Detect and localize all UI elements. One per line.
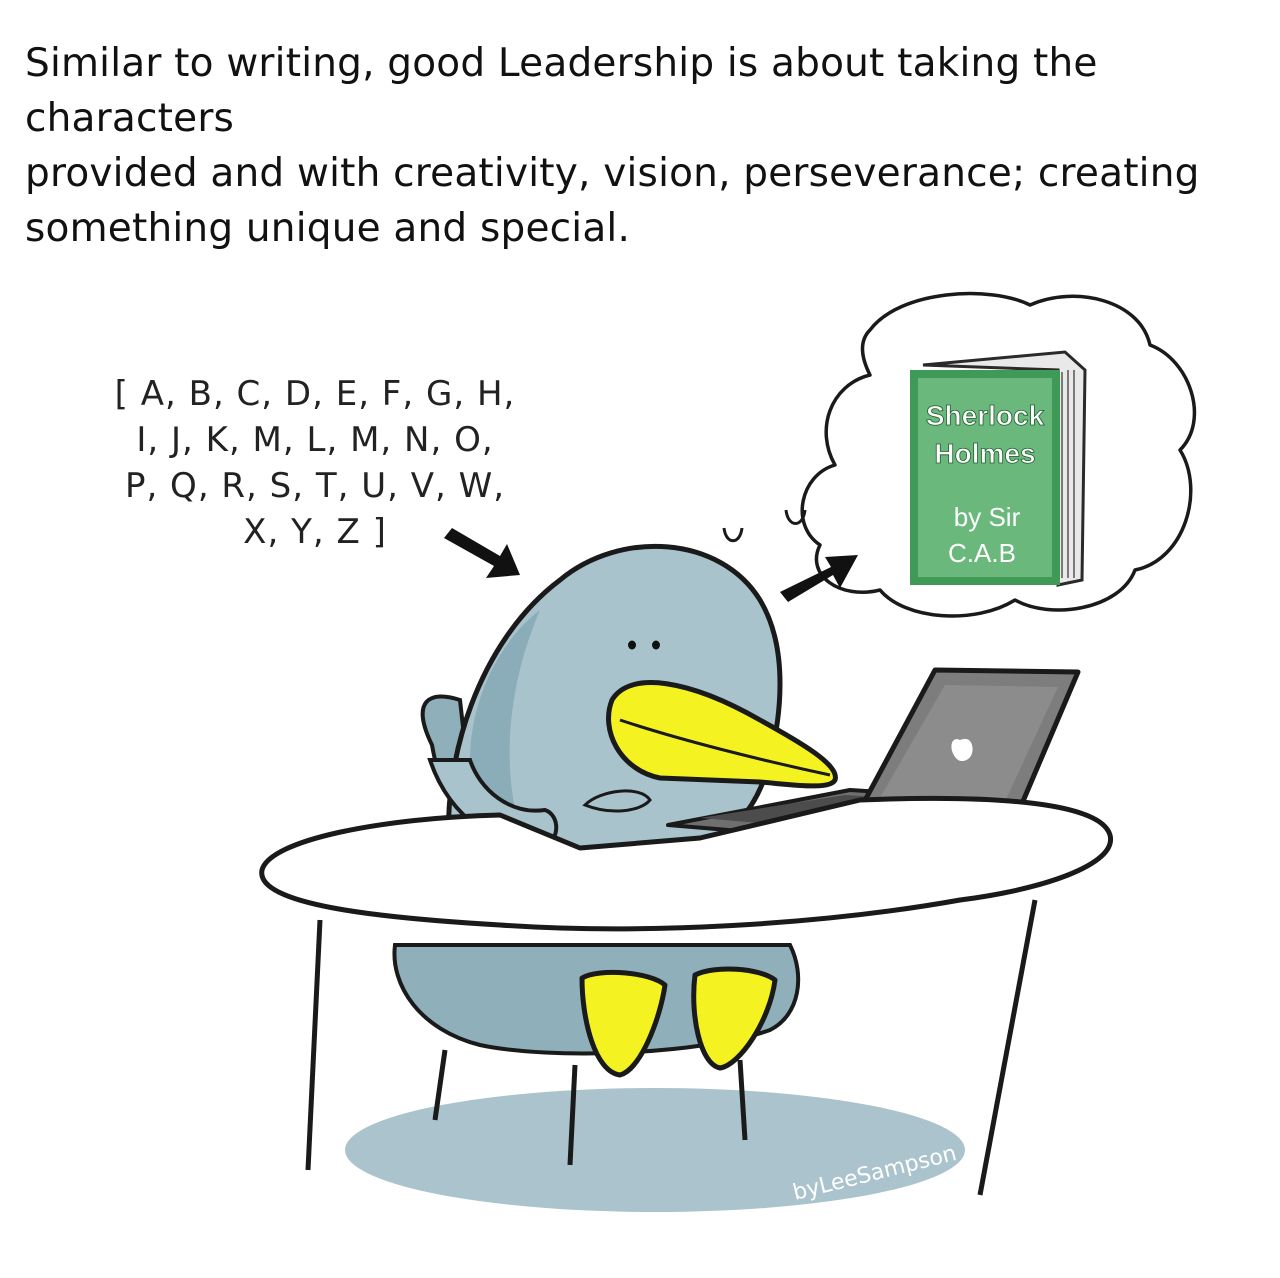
penguin-foot-left (579, 969, 668, 1078)
penguin-eye-left (628, 640, 636, 650)
book-author-line-2: C.A.B (948, 538, 1016, 568)
penguin-foot-right (691, 966, 778, 1071)
book-author-line-1: by Sir (954, 502, 1021, 532)
book-title-line-2: Holmes (934, 438, 1035, 469)
thought-mark-1 (722, 527, 744, 543)
book-icon: Sherlock Holmes by Sir C.A.B (910, 350, 1087, 587)
book-title-line-1: Sherlock (926, 400, 1045, 431)
penguin-illustration: Sherlock Holmes by Sir C.A.B byLeeSampso… (259, 291, 1197, 1212)
table-leg-right (977, 899, 1038, 1196)
table-leg-left (305, 919, 323, 1171)
penguin-beak (606, 680, 838, 789)
arrow-to-penguin-icon (444, 528, 520, 578)
penguin-eye-right (652, 640, 660, 650)
